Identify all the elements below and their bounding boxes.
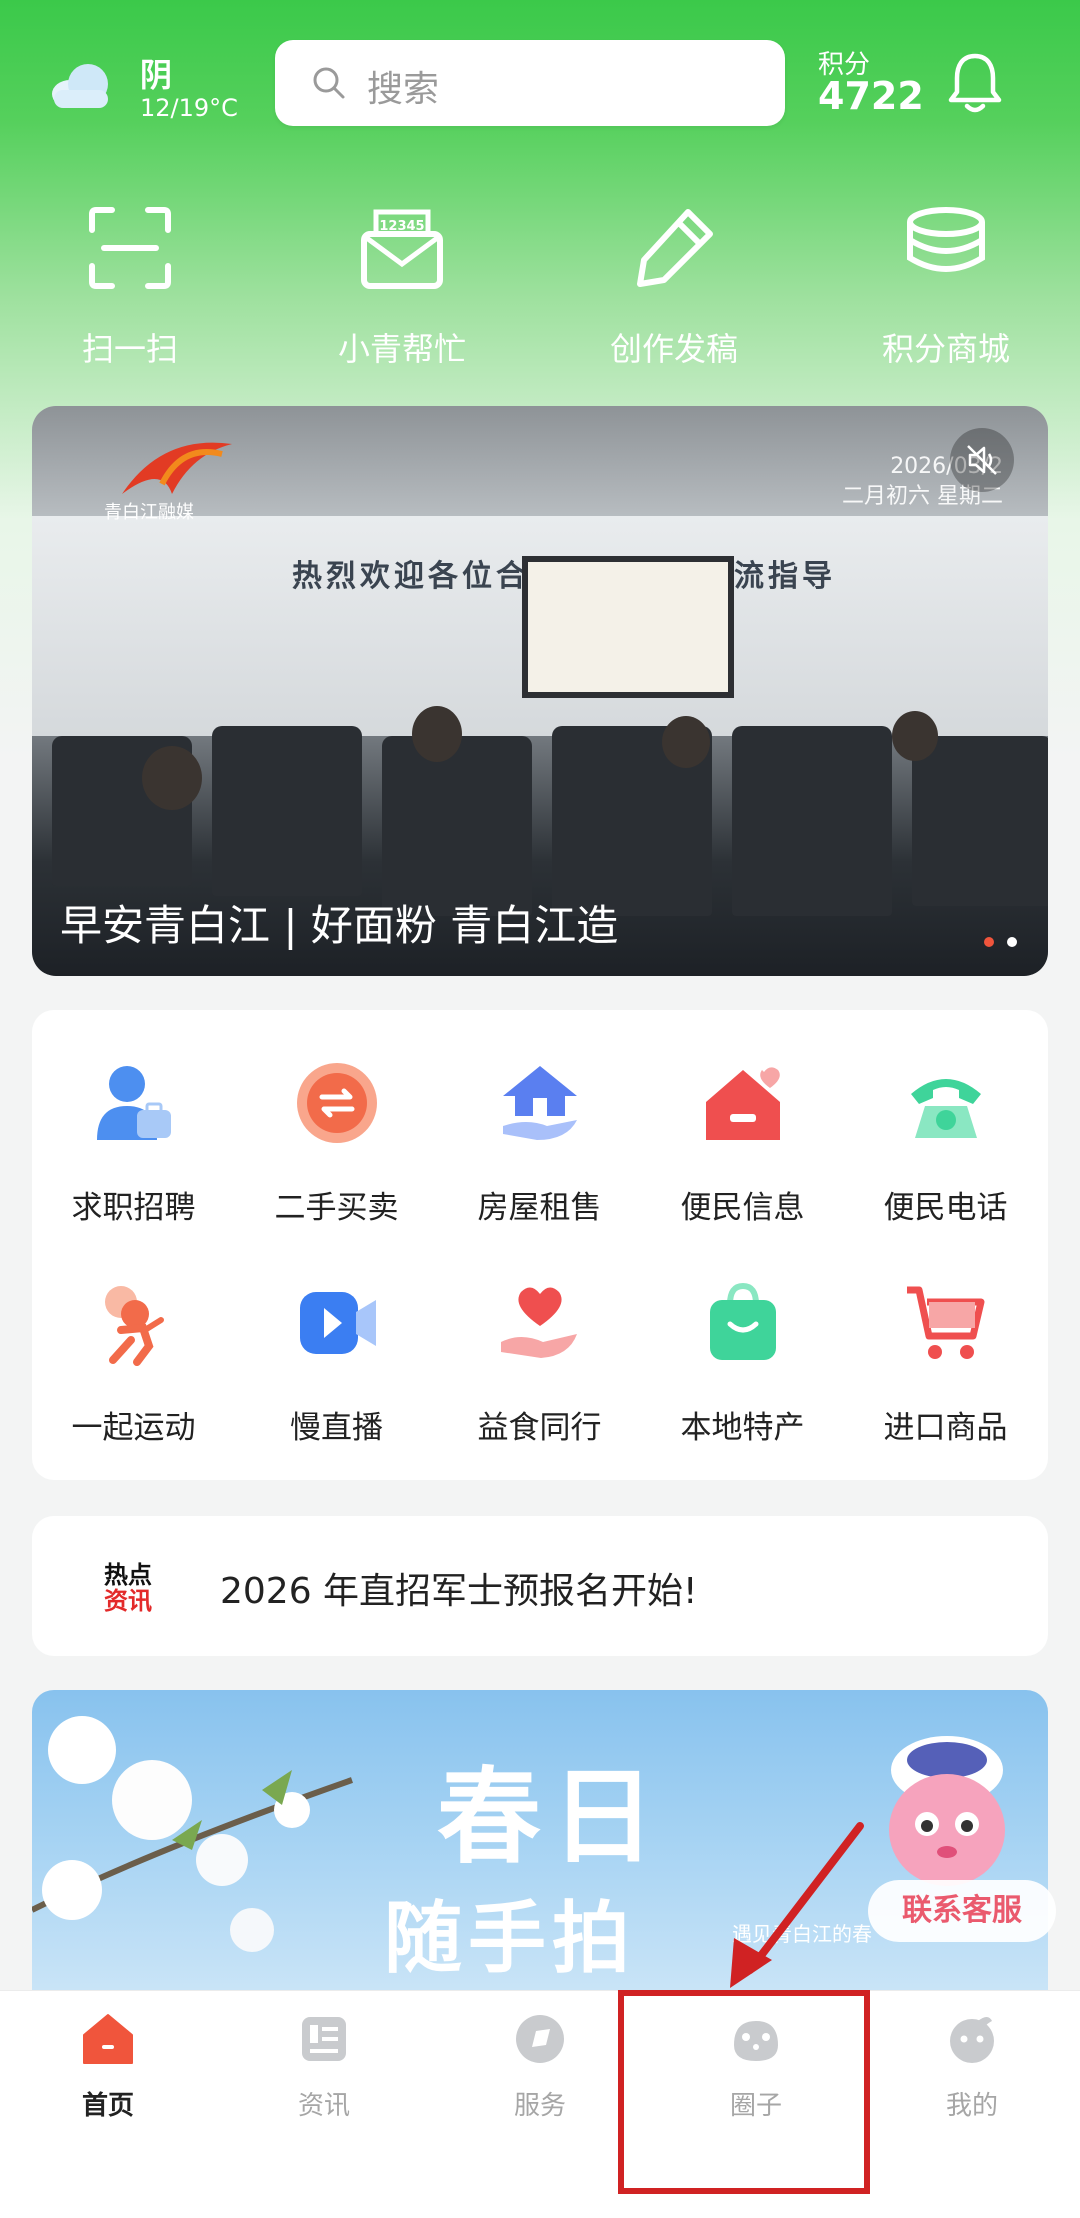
nav-home[interactable]: 首页 [0,2011,216,2141]
service-icon [516,2015,564,2063]
nav-label: 服务 [513,2091,566,2121]
bottom-navigation: 首页 资讯 服务 圈子 我的 [0,1990,1080,2218]
nav-label: 首页 [81,2091,134,2121]
shopping-cart-icon [906,1286,984,1359]
house-hand-icon [502,1066,577,1140]
runner-icon [104,1286,164,1366]
search-icon [313,67,345,99]
nav-service[interactable]: 服务 [432,2011,648,2141]
service-imported-goods[interactable]: 进口商品 [844,1280,1047,1480]
hot-news-ticker[interactable]: 热点 资讯 2026 年直招军士预报名开始! [32,1516,1048,1656]
service-food-charity[interactable]: 益食同行 [438,1280,641,1480]
job-person-icon [96,1066,171,1140]
service-label: 便民信息 [680,1190,805,1226]
service-label: 益食同行 [477,1410,602,1446]
mascot-image [889,1736,1005,1886]
nav-label: 我的 [945,2091,998,2121]
hot-badge-line1: 热点 [104,1561,152,1589]
service-label: 进口商品 [883,1410,1008,1446]
quick-scan[interactable]: 扫一扫 [30,196,230,376]
heart-hand-icon [500,1287,577,1358]
news-icon [302,2017,346,2061]
weather-temperature: 12/19°C [140,94,238,122]
banner-logo-text: 青白江融媒 [104,502,194,523]
seat [212,726,362,896]
service-jobs[interactable]: 求职招聘 [32,1060,235,1260]
home-icon [83,2014,133,2064]
bell-icon[interactable] [945,50,1005,116]
carousel-dot [1007,937,1018,947]
audience-head [142,746,202,810]
service-phone[interactable]: 便民电话 [844,1060,1047,1260]
telephone-icon [910,1079,981,1138]
search-placeholder: 搜索 [367,69,440,110]
weather-condition: 阴 [140,56,173,94]
service-slow-live[interactable]: 慢直播 [235,1280,438,1480]
pencil-icon [637,209,713,287]
service-label: 房屋租售 [477,1190,602,1226]
mute-button[interactable] [950,428,1014,492]
cloud-icon [52,64,108,108]
contact-support-button[interactable]: 联系客服 [868,1880,1056,1942]
carousel-dot-active [984,937,994,947]
annotation-arrow-icon [730,1822,864,1988]
annotation-highlight-box [618,1990,870,2194]
speaker-muted-icon [967,445,997,475]
svg-text:12345: 12345 [379,219,424,234]
audience-head [662,716,710,768]
banner-title: 早安青白江 | 好面粉 青白江造 [60,901,619,950]
banner-screen [522,556,734,698]
service-second-hand[interactable]: 二手买卖 [235,1060,438,1260]
service-housing[interactable]: 房屋租售 [438,1060,641,1260]
mail-12345-icon: 12345 [361,209,443,289]
hot-news-text: 2026 年直招军士预报名开始! [220,1571,698,1612]
service-label: 便民电话 [883,1190,1008,1226]
coins-icon [907,207,985,272]
seat [382,736,532,916]
banner-carousel[interactable]: 热烈欢迎各位合作伙伴莅临交流指导 青白江融媒 2026/03/2 二月初六 星期… [32,406,1048,976]
video-camera-icon [299,1292,376,1354]
service-label: 一起运动 [71,1410,196,1446]
hot-news-badge: 热点 资讯 [100,1562,156,1614]
service-sports[interactable]: 一起运动 [32,1280,235,1480]
quick-label: 创作发稿 [609,330,738,368]
quick-create-post[interactable]: 创作发稿 [574,196,774,376]
audience-head [412,706,462,762]
blossom-branch-image [32,1716,353,1952]
quick-xiaoqing-help[interactable]: 12345 小青帮忙 [302,196,502,376]
quick-label: 积分商城 [881,330,1010,368]
exchange-coin-icon [296,1063,377,1143]
service-label: 本地特产 [680,1410,805,1446]
nav-label: 资讯 [297,2091,350,2121]
scan-icon [89,207,171,289]
seat [732,726,892,916]
nav-news[interactable]: 资讯 [216,2011,432,2141]
spring-photo-banner[interactable]: 春日 随手拍 遇见青白江的春 [32,1690,1048,1990]
seat [912,736,1048,906]
audience-head [892,711,938,761]
quick-label: 扫一扫 [81,330,178,368]
points-value[interactable]: 4722 [818,74,924,118]
weather-widget[interactable]: 阴 12/19°C [48,48,248,128]
quick-label: 小青帮忙 [337,330,466,368]
service-label: 慢直播 [290,1410,383,1446]
promo-title-line2: 随手拍 [384,1893,637,1984]
nav-profile[interactable]: 我的 [864,2011,1080,2141]
service-label: 求职招聘 [71,1190,196,1226]
promo-title-line1: 春日 [437,1755,666,1878]
hot-badge-line2: 资讯 [104,1587,152,1615]
services-grid: 求职招聘 二手买卖 房屋租售 便民信息 便民电话 一起运动 慢直播 益食同行 本… [32,1010,1048,1480]
service-label: 二手买卖 [274,1190,399,1226]
search-input[interactable]: 搜索 [275,40,785,126]
service-public-info[interactable]: 便民信息 [641,1060,844,1260]
profile-icon [950,2017,994,2063]
carousel-indicator [976,932,1018,951]
shopping-bag-icon [709,1282,776,1360]
quick-points-mall[interactable]: 积分商城 [846,196,1046,376]
service-local-specialty[interactable]: 本地特产 [641,1280,844,1480]
home-heart-icon [705,1067,780,1140]
